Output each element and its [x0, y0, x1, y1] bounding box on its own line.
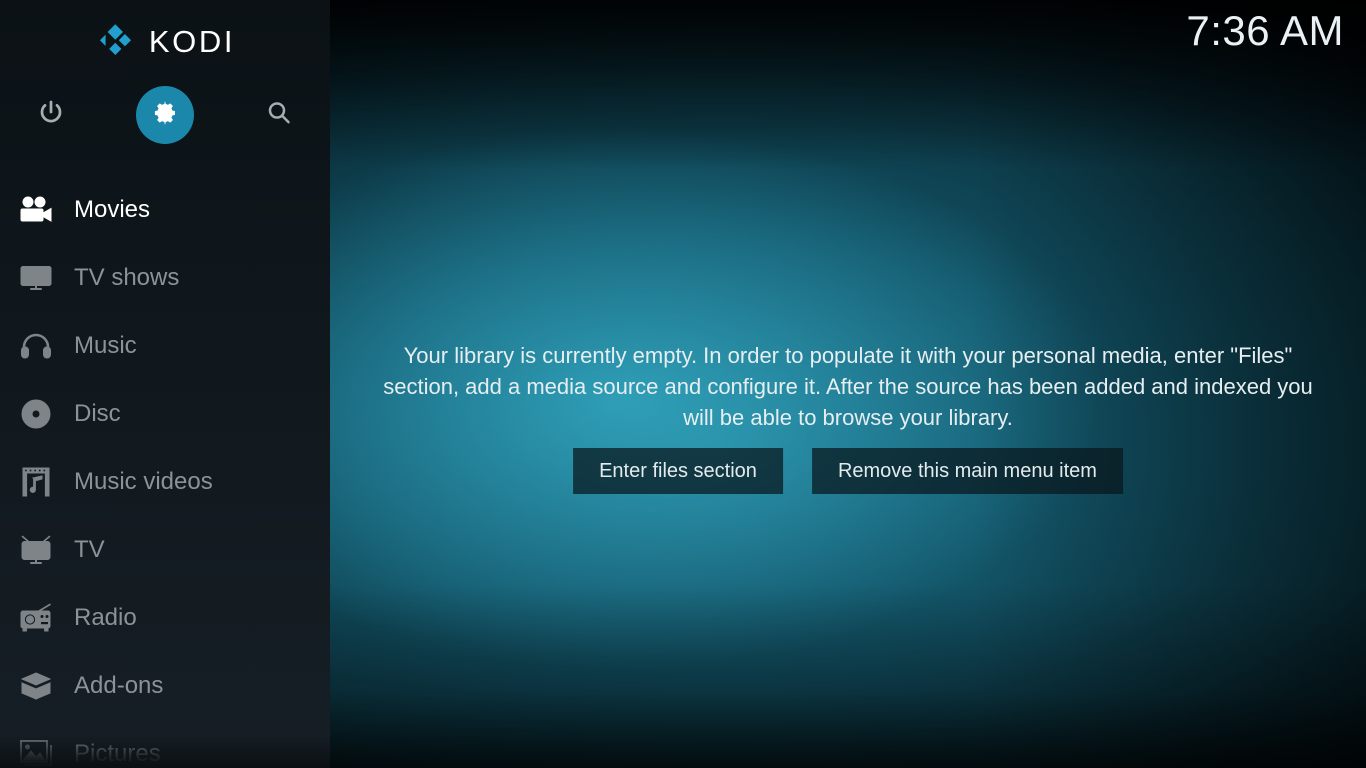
disc-icon — [14, 394, 58, 434]
sidebar-item-label: Pictures — [74, 740, 161, 767]
settings-button[interactable] — [136, 86, 194, 144]
radio-icon — [14, 598, 58, 638]
sidebar-item-label: Add-ons — [74, 672, 164, 699]
sidebar-toolbar — [0, 86, 330, 144]
power-button[interactable] — [22, 86, 80, 144]
power-icon — [36, 98, 66, 133]
sidebar-item-add-ons[interactable]: Add-ons — [0, 652, 330, 720]
sidebar-item-music-videos[interactable]: Music videos — [0, 448, 330, 516]
picture-icon — [14, 734, 58, 768]
sidebar-item-radio[interactable]: Radio — [0, 584, 330, 652]
enter-files-section-button[interactable]: Enter files section — [573, 448, 783, 494]
main-menu: Movies TV shows Music Disc Music videos … — [0, 176, 330, 768]
kodi-logo-icon — [95, 21, 135, 61]
sidebar-item-music[interactable]: Music — [0, 312, 330, 380]
sidebar-item-label: TV — [74, 536, 105, 563]
empty-library-message: Your library is currently empty. In orde… — [383, 343, 1313, 430]
sidebar-item-label: Music — [74, 332, 137, 359]
headphones-icon — [14, 326, 58, 366]
kodi-home-screen: 7:36 AM Your library is currently empty.… — [0, 0, 1366, 768]
sidebar: KODI Movies TV shows Music Disc Music vi… — [0, 0, 330, 768]
retro-tv-icon — [14, 530, 58, 570]
film-music-icon — [14, 462, 58, 502]
sidebar-item-label: Music videos — [74, 468, 213, 495]
remove-main-menu-item-button[interactable]: Remove this main menu item — [811, 448, 1123, 494]
sidebar-item-label: Movies — [74, 196, 151, 223]
app-name: KODI — [148, 23, 236, 59]
sidebar-item-tv-shows[interactable]: TV shows — [0, 244, 330, 312]
tv-monitor-icon — [14, 258, 58, 298]
sidebar-item-movies[interactable]: Movies — [0, 176, 330, 244]
app-logo: KODI — [0, 14, 330, 68]
addon-box-icon — [14, 666, 58, 706]
action-button-row: Enter files section Remove this main men… — [573, 448, 1123, 494]
sidebar-item-tv[interactable]: TV — [0, 516, 330, 584]
sidebar-item-label: Radio — [74, 604, 137, 631]
sidebar-item-label: TV shows — [74, 264, 180, 291]
movie-camera-icon — [14, 190, 58, 230]
sidebar-item-pictures[interactable]: Pictures — [0, 720, 330, 768]
main-content: Your library is currently empty. In orde… — [330, 0, 1366, 768]
gear-icon — [151, 99, 179, 132]
search-button[interactable] — [250, 86, 308, 144]
sidebar-item-disc[interactable]: Disc — [0, 380, 330, 448]
sidebar-item-label: Disc — [74, 400, 121, 427]
search-icon — [264, 98, 294, 133]
